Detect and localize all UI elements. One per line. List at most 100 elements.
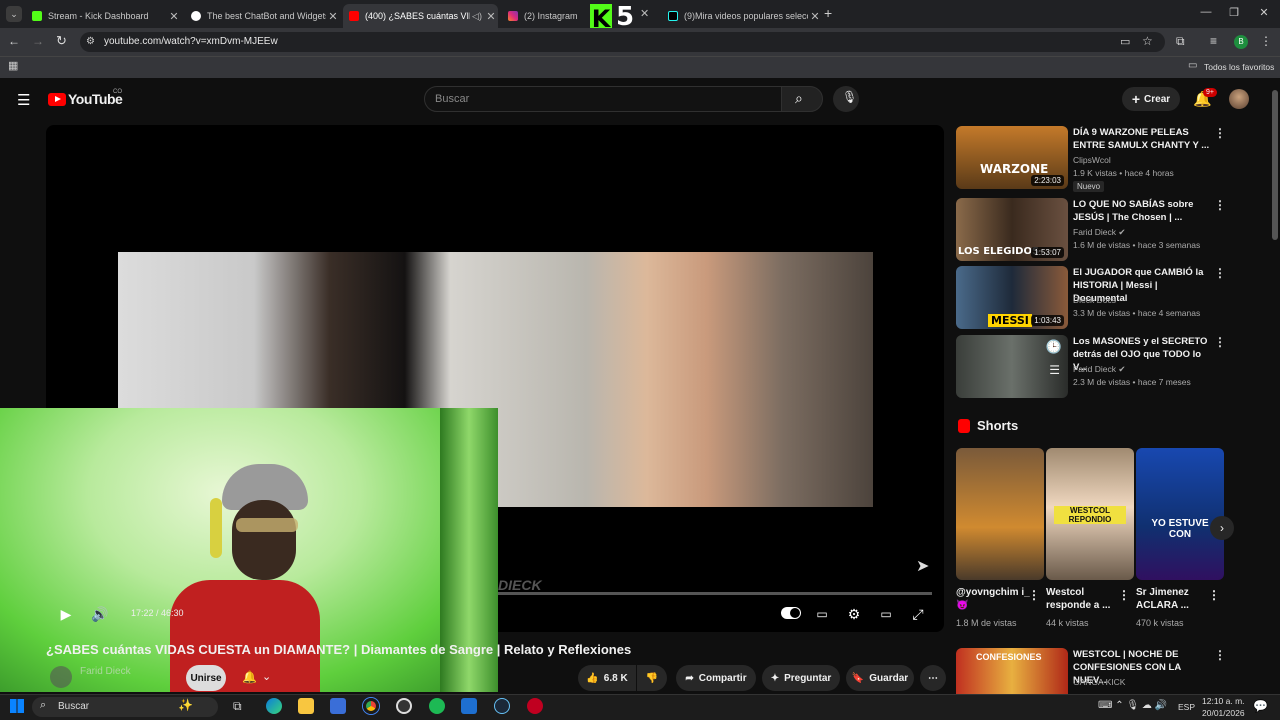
recommendation-item[interactable]: CONFESIONES WESTCOL | NOCHE DE CONFESION… — [956, 648, 1226, 694]
settings-gear-icon[interactable]: ⚙ — [844, 604, 864, 624]
back-icon[interactable]: ← — [8, 34, 20, 48]
recommendation-item[interactable]: LOS ELEGIDOS 1:53:07 LO QUE NO SABÍAS so… — [956, 198, 1226, 262]
clock-date[interactable]: 20/01/2026 — [1202, 708, 1245, 718]
create-button[interactable]: + Crear — [1122, 87, 1180, 111]
task-view-icon[interactable]: ⧉ — [233, 699, 242, 714]
tab-tiktok[interactable]: (9)Mira videos populares selecc ✕ — [662, 4, 822, 28]
close-tab-icon[interactable]: ✕ — [484, 10, 498, 23]
notification-center-icon[interactable]: 💬 — [1253, 699, 1268, 713]
tab-title: (400) ¿SABES cuántas VIDA — [365, 11, 470, 21]
recommendation-item[interactable]: 🕒 ☰ Los MASONES y el SECRETO detrás del … — [956, 335, 1226, 399]
reload-icon[interactable]: ↻ — [56, 33, 67, 49]
apps-grid-icon[interactable]: ▦ — [8, 59, 18, 72]
theater-mode-icon[interactable]: ▭ — [876, 604, 896, 624]
autoplay-toggle[interactable] — [781, 607, 801, 619]
tiktok-favicon-icon — [668, 11, 678, 21]
close-tab-icon[interactable]: ✕ — [326, 10, 340, 23]
extensions-icon[interactable]: ⧉ — [1176, 34, 1185, 49]
tab-youtube-video[interactable]: (400) ¿SABES cuántas VIDA ◁) ✕ — [343, 4, 498, 28]
ask-button[interactable]: ✦ Preguntar — [762, 665, 840, 691]
file-explorer-icon[interactable] — [298, 698, 314, 714]
close-window-icon[interactable]: ✕ — [1254, 6, 1274, 19]
obs-icon[interactable] — [396, 698, 412, 714]
language-indicator[interactable]: ESP — [1178, 702, 1195, 712]
share-button[interactable]: ➦ Compartir — [676, 665, 756, 691]
bookmark-icon: 🔖 — [851, 672, 865, 684]
new-tab-icon[interactable]: + — [824, 5, 832, 21]
speaker-icon[interactable]: ◁) — [470, 11, 484, 22]
site-info-icon[interactable]: ⚙ — [86, 36, 95, 47]
more-options-icon[interactable]: ⋮ — [1208, 588, 1220, 602]
short-thumbnail[interactable]: YO ESTUVE CON — [1136, 448, 1224, 580]
more-options-icon[interactable]: ⋮ — [1214, 198, 1226, 212]
channel-name[interactable]: Farid Dieck — [80, 666, 131, 677]
restore-icon[interactable]: ❐ — [1224, 6, 1244, 19]
close-tab-icon[interactable]: ✕ — [640, 7, 649, 20]
forward-icon[interactable]: → — [32, 34, 44, 48]
subtitles-icon[interactable]: ▭ — [812, 604, 832, 624]
more-options-icon[interactable]: ⋮ — [1214, 335, 1226, 349]
rec-meta: 1.9 K vistas • hace 4 horas — [1073, 168, 1174, 178]
account-avatar[interactable] — [1229, 89, 1249, 109]
thumbnail-text: CONFESIONES — [976, 652, 1042, 662]
all-bookmarks-link[interactable]: Todos los favoritos — [1204, 62, 1274, 72]
fullscreen-icon[interactable]: ⤢ — [908, 604, 928, 624]
channel-avatar[interactable] — [50, 666, 72, 688]
youtube-logo-icon[interactable] — [48, 93, 66, 106]
rec-title: DÍA 9 WARZONE PELEAS ENTRE SAMULX CHANTY… — [1073, 127, 1210, 151]
voice-search-button[interactable]: 🎙 — [833, 86, 859, 112]
menu-hamburger-icon[interactable]: ☰ — [17, 91, 30, 109]
spotify-icon[interactable] — [429, 698, 445, 714]
like-button[interactable]: 👍 6.8 K — [578, 665, 636, 691]
more-options-icon[interactable]: ⋮ — [1214, 126, 1226, 140]
tab-kick-dashboard[interactable]: Stream - Kick Dashboard ✕ — [26, 4, 181, 28]
shorts-next-button[interactable]: › — [1210, 516, 1234, 540]
recommendation-item[interactable]: MESSI 1:03:43 El JUGADOR que CAMBIÓ la H… — [956, 266, 1226, 330]
store-icon[interactable] — [330, 698, 346, 714]
tab-chatbot[interactable]: The best ChatBot and Widgets ✕ — [185, 4, 340, 28]
rec-channel: Farid Dieck ✔ — [1073, 364, 1126, 374]
chrome-icon[interactable] — [363, 698, 379, 714]
dislike-button[interactable]: 👎 — [637, 665, 667, 691]
add-to-queue-icon[interactable]: ☰ — [1049, 363, 1060, 377]
app-red-icon[interactable] — [527, 698, 543, 714]
scrollbar[interactable] — [1272, 90, 1278, 240]
thumbnail-text: WARZONE — [980, 162, 1049, 176]
video-thumbnail: MESSI 1:03:43 — [956, 266, 1068, 329]
tab-search-button[interactable]: ⌄ — [6, 6, 22, 22]
join-button[interactable]: Unirse — [186, 665, 226, 691]
close-tab-icon[interactable]: ✕ — [808, 10, 822, 23]
short-thumbnail[interactable]: WESTCOL REPONDIO — [1046, 448, 1134, 580]
volume-icon[interactable]: 🔊 — [90, 604, 110, 624]
minimize-icon[interactable]: — — [1196, 6, 1216, 18]
windows-start-icon[interactable] — [10, 699, 24, 713]
clock-time[interactable]: 12:10 a. m. — [1202, 696, 1245, 706]
more-options-icon[interactable]: ⋮ — [1214, 648, 1226, 662]
watch-later-icon[interactable]: 🕒 — [1046, 339, 1062, 355]
bookmark-star-icon[interactable]: ☆ — [1142, 34, 1153, 48]
edge-icon[interactable] — [266, 698, 282, 714]
more-options-icon[interactable]: ⋮ — [1028, 588, 1040, 602]
close-tab-icon[interactable]: ✕ — [167, 10, 181, 23]
more-options-icon[interactable]: ⋮ — [1118, 588, 1130, 602]
play-icon[interactable]: ▶ — [56, 604, 76, 624]
cast-icon[interactable]: ▭ — [1120, 35, 1130, 48]
chrome-menu-icon[interactable]: ⋮ — [1260, 34, 1272, 48]
more-options-icon[interactable]: ⋮ — [1214, 266, 1226, 280]
taskbar-search-label[interactable]: Buscar — [58, 701, 89, 712]
profile-avatar[interactable]: B — [1234, 35, 1248, 49]
short-thumbnail[interactable] — [956, 448, 1044, 580]
reading-list-icon[interactable]: ≡ — [1210, 34, 1217, 48]
recommendation-item[interactable]: WARZONE 2:23:03 DÍA 9 WARZONE PELEAS ENT… — [956, 126, 1226, 192]
search-input[interactable]: Buscar — [424, 86, 782, 112]
steam-icon[interactable] — [494, 698, 510, 714]
search-button[interactable]: ⌕ — [781, 86, 823, 112]
bell-subscribe-icon[interactable]: 🔔 — [242, 670, 257, 684]
tab-instagram[interactable]: (2) Instagram — [502, 4, 587, 28]
url-text[interactable]: youtube.com/watch?v=xmDvm-MJEEw — [104, 36, 278, 47]
save-button[interactable]: 🔖 Guardar — [846, 665, 914, 691]
app-icon[interactable] — [461, 698, 477, 714]
system-tray-icons[interactable]: ⌨ ⌃ 🎙 ☁ 🔊 — [1098, 700, 1167, 711]
more-actions-button[interactable]: ⋯ — [920, 665, 946, 691]
chevron-down-icon[interactable]: ⌄ — [262, 670, 271, 683]
